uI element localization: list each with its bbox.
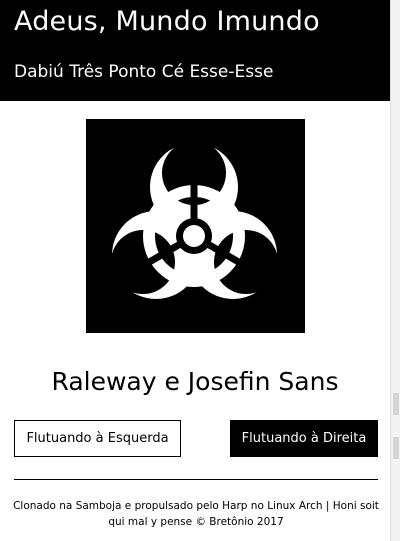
scrollbar-marker [393, 393, 399, 415]
hero-image [86, 119, 305, 333]
page: Adeus, Mundo Imundo Dabiú Três Ponto Cé … [0, 0, 400, 541]
site-header: Adeus, Mundo Imundo Dabiú Três Ponto Cé … [0, 0, 390, 101]
site-subtitle: Dabiú Três Ponto Cé Esse-Esse [14, 62, 274, 82]
scrollbar-marker [393, 437, 399, 459]
scrollbar-track[interactable] [390, 0, 400, 541]
fonts-heading: Raleway e Josefin Sans [51, 367, 339, 396]
site-title[interactable]: Adeus, Mundo Imundo [14, 6, 320, 37]
float-left-button[interactable]: Flutuando à Esquerda [14, 420, 181, 457]
float-right-button[interactable]: Flutuando à Direita [230, 420, 378, 457]
biohazard-icon [86, 119, 305, 333]
footer-divider [14, 479, 378, 480]
footer-text: Clonado na Samboja e propulsado pelo Har… [13, 500, 379, 528]
